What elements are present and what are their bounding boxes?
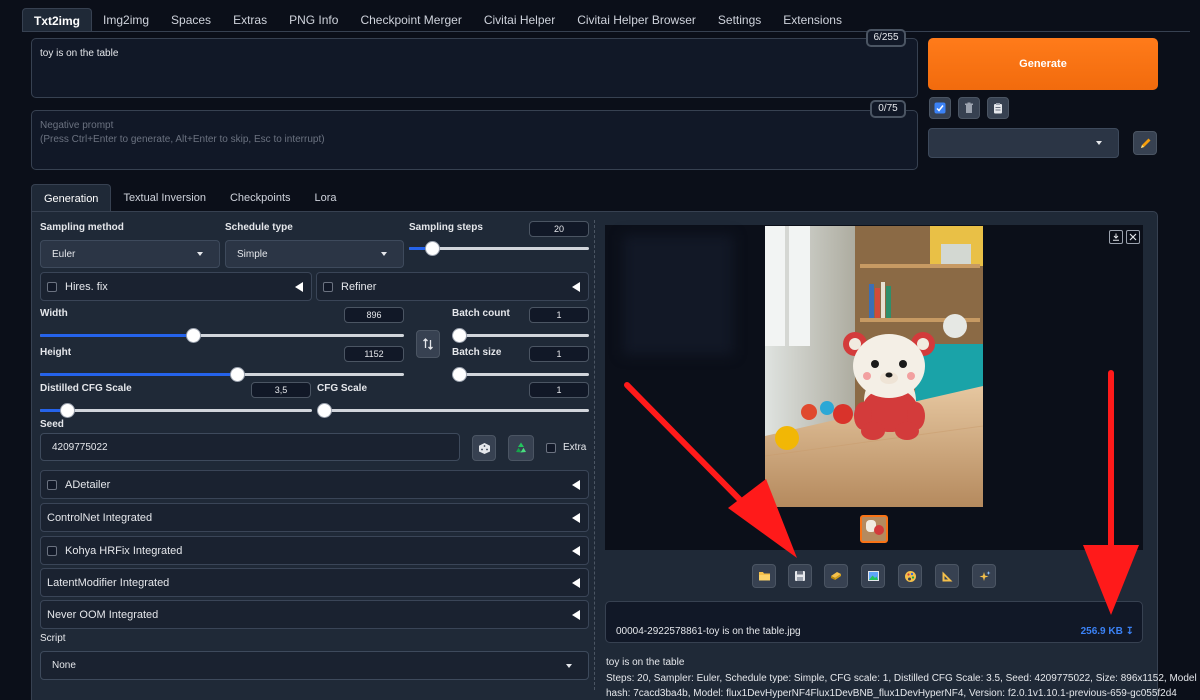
red-arrow-vertical [1083, 370, 1139, 615]
red-arrow-diagonal [624, 382, 797, 558]
annotation-arrows [624, 370, 1139, 615]
app-window: Txt2img Img2img Spaces Extras PNG Info Checkp… [0, 0, 1200, 700]
